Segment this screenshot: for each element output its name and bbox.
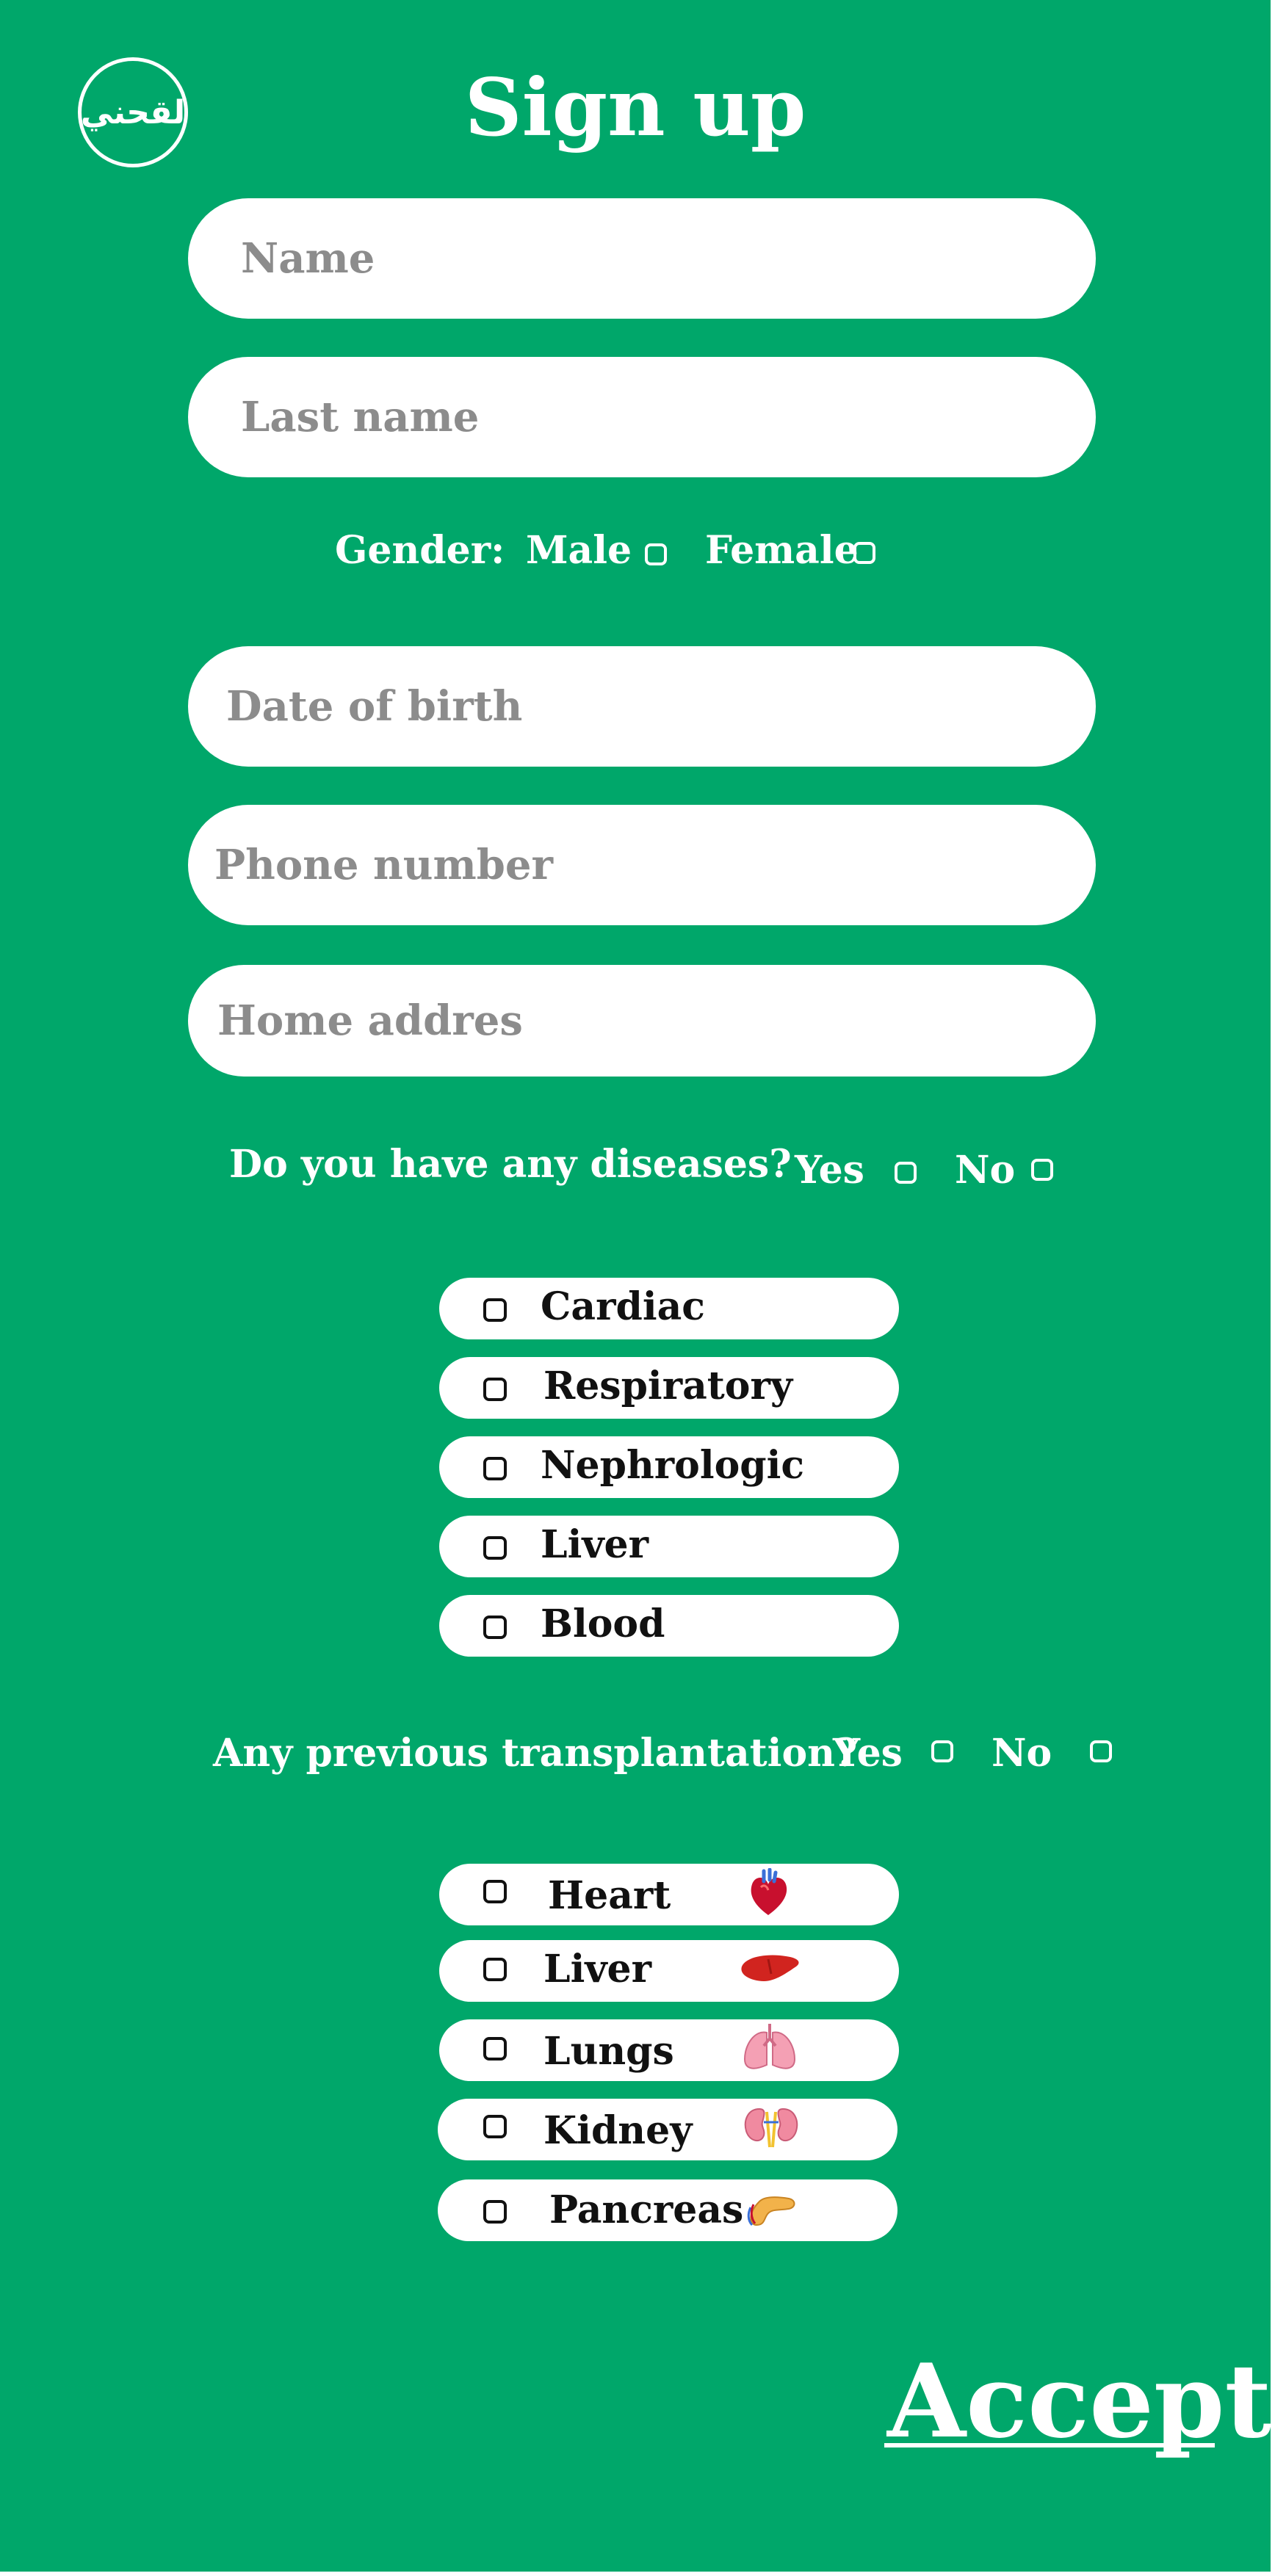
disease-checkbox[interactable] <box>483 1536 507 1560</box>
transplant-label: Pancreas <box>549 2188 744 2232</box>
disease-option-cardiac[interactable]: Cardiac <box>439 1278 899 1339</box>
disease-label: Liver <box>541 1522 649 1567</box>
transplant-label: Heart <box>548 1873 671 1918</box>
transplant-option-pancreas[interactable]: Pancreas <box>438 2179 897 2241</box>
disease-option-blood[interactable]: Blood <box>439 1595 899 1657</box>
liver-organ-icon <box>741 1955 799 1981</box>
diseases-no-checkbox[interactable] <box>1031 1159 1053 1181</box>
transplant-checkbox[interactable] <box>483 2037 507 2061</box>
transplant-checkbox[interactable] <box>483 1880 507 1903</box>
transplant-label: Kidney <box>543 2108 693 2153</box>
transplant-checkbox[interactable] <box>483 1958 507 1981</box>
accept-underline <box>884 2443 1215 2447</box>
gender-label: Gender: <box>335 528 505 573</box>
disease-label: Cardiac <box>541 1284 705 1329</box>
disease-checkbox[interactable] <box>483 1298 507 1322</box>
date-of-birth-field[interactable] <box>188 646 1096 767</box>
diseases-yes-label: Yes <box>795 1148 864 1193</box>
lungs-organ-icon <box>743 2024 796 2069</box>
disease-checkbox[interactable] <box>483 1616 507 1639</box>
diseases-question: Do you have any diseases? <box>229 1142 792 1187</box>
disease-checkbox[interactable] <box>483 1457 507 1480</box>
transplant-no-label: No <box>992 1731 1052 1776</box>
name-field[interactable] <box>188 198 1096 319</box>
disease-option-respiratory[interactable]: Respiratory <box>439 1357 899 1419</box>
disease-label: Nephrologic <box>541 1443 805 1488</box>
page-title: Sign up <box>464 62 806 154</box>
signup-page: لقحني Sign up Gender: Male Female Do you… <box>0 0 1271 2572</box>
kidney-organ-icon <box>744 2108 798 2148</box>
transplant-yes-label: Yes <box>833 1731 903 1776</box>
last-name-field[interactable] <box>188 357 1096 477</box>
transplant-yes-checkbox[interactable] <box>931 1740 953 1762</box>
disease-option-nephrologic[interactable]: Nephrologic <box>439 1436 899 1498</box>
transplant-option-lungs[interactable]: Lungs <box>439 2019 899 2081</box>
disease-label: Respiratory <box>543 1364 793 1408</box>
transplant-option-kidney[interactable]: Kidney <box>438 2099 897 2160</box>
female-label: Female <box>705 528 859 573</box>
accept-button[interactable]: Accept <box>887 2342 1271 2460</box>
home-address-field[interactable] <box>188 965 1096 1077</box>
phone-number-field[interactable] <box>188 805 1096 925</box>
female-checkbox[interactable] <box>853 542 875 564</box>
transplant-checkbox[interactable] <box>483 2200 507 2224</box>
pancreas-organ-icon <box>747 2196 795 2226</box>
transplant-no-checkbox[interactable] <box>1090 1740 1112 1762</box>
disease-option-liver[interactable]: Liver <box>439 1516 899 1577</box>
transplant-label: Lungs <box>543 2029 674 2074</box>
transplant-label: Liver <box>543 1947 652 1991</box>
disease-checkbox[interactable] <box>483 1378 507 1401</box>
transplant-option-heart[interactable]: Heart <box>439 1864 899 1925</box>
disease-label: Blood <box>541 1602 665 1646</box>
heart-organ-icon <box>751 1868 787 1915</box>
transplant-checkbox[interactable] <box>483 2115 507 2138</box>
male-label: Male <box>526 528 632 573</box>
transplant-option-liver[interactable]: Liver <box>439 1940 899 2002</box>
transplant-question: Any previous transplantation? <box>213 1731 858 1776</box>
male-checkbox[interactable] <box>645 543 667 565</box>
diseases-no-label: No <box>955 1148 1016 1193</box>
diseases-yes-checkbox[interactable] <box>895 1162 917 1184</box>
